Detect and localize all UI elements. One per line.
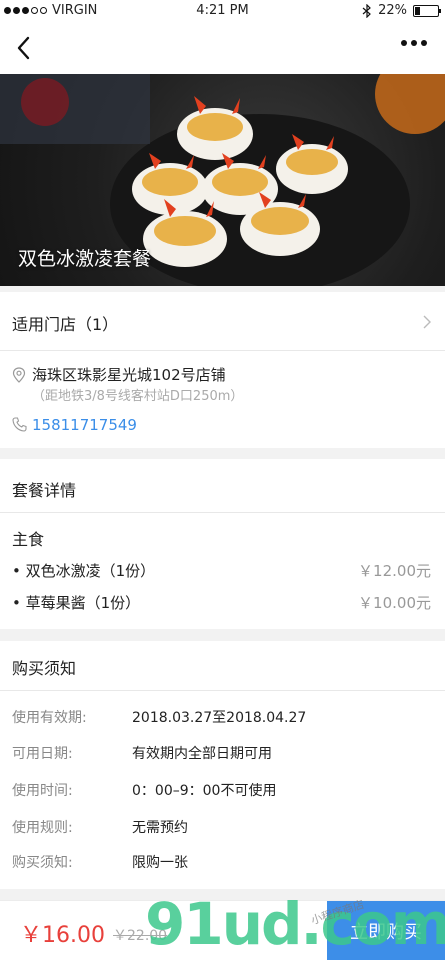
package-section-title: 套餐详情 — [12, 481, 77, 500]
notice-row: 使用有效期: 2018.03.27至2018.04.27 — [12, 707, 306, 727]
package-group-title: 主食 — [12, 530, 45, 549]
package-section: 套餐详情 主食 • 双色冰激凌（1份） ￥12.00元 • 草莓果酱（1份） ￥… — [0, 459, 445, 629]
notice-value: 有效期内全部日期可用 — [132, 746, 272, 762]
buy-now-button[interactable]: 立即购买 — [327, 901, 445, 960]
original-price: ￥22.00 — [113, 928, 168, 944]
notice-row: 使用时间: 0：00–9：00不可使用 — [12, 780, 276, 800]
store-section: 适用门店（1） 海珠区珠影星光城102号店铺 （距地铁3/8号线客村站D口250m… — [0, 292, 445, 448]
store-address: 海珠区珠影星光城102号店铺 （距地铁3/8号线客村站D口250m） — [12, 365, 432, 407]
notice-row: 购买须知: 限购一张 — [12, 852, 188, 872]
notice-key: 使用有效期: — [12, 710, 87, 726]
package-item-price: ￥10.00元 — [358, 594, 431, 612]
notice-section-title: 购买须知 — [12, 659, 77, 678]
location-pin-icon — [12, 367, 26, 383]
notice-key: 可用日期: — [12, 746, 73, 762]
more-options-icon[interactable] — [401, 40, 427, 46]
store-address-note: （距地铁3/8号线客村站D口250m） — [32, 389, 244, 404]
notice-value: 2018.03.27至2018.04.27 — [132, 710, 307, 726]
notice-value: 0：00–9：00不可使用 — [132, 783, 277, 799]
package-item-price: ￥12.00元 — [358, 562, 431, 580]
current-price: ￥16.00 — [20, 923, 105, 948]
status-bar: VIRGIN 4:21 PM 22% — [0, 0, 445, 22]
notice-key: 购买须知: — [12, 855, 73, 871]
battery-icon — [413, 4, 441, 17]
back-arrow-icon[interactable] — [8, 30, 44, 66]
bluetooth-icon — [362, 3, 371, 18]
status-right: 22% — [362, 3, 441, 18]
notice-value: 限购一张 — [132, 855, 188, 871]
package-item-name: • 草莓果酱（1份） — [12, 594, 141, 612]
chevron-right-icon[interactable] — [421, 314, 433, 330]
battery-percent: 22% — [378, 3, 407, 18]
store-phone-number[interactable]: 15811717549 — [32, 416, 137, 434]
store-section-title[interactable]: 适用门店（1） — [12, 311, 118, 335]
package-item-name: • 双色冰激凌（1份） — [12, 562, 156, 580]
divider — [0, 512, 445, 513]
divider — [0, 690, 445, 691]
notice-value: 无需预约 — [132, 820, 188, 836]
store-phone[interactable]: 15811717549 — [12, 416, 137, 434]
phone-icon — [12, 417, 27, 432]
purchase-bar: ￥16.00 ￥22.00 立即购买 — [0, 900, 445, 960]
package-item: • 双色冰激凌（1份） ￥12.00元 — [12, 560, 431, 581]
notice-row: 可用日期: 有效期内全部日期可用 — [12, 743, 272, 763]
package-item: • 草莓果酱（1份） ￥10.00元 — [12, 592, 431, 613]
hero-title: 双色冰激凌套餐 — [18, 248, 152, 270]
hero-image: 双色冰激凌套餐 — [0, 74, 445, 286]
notice-row: 使用规则: 无需预约 — [12, 817, 188, 837]
notice-section: 购买须知 使用有效期: 2018.03.27至2018.04.27 可用日期: … — [0, 641, 445, 889]
notice-key: 使用时间: — [12, 783, 73, 799]
nav-bar — [0, 22, 445, 74]
divider — [0, 350, 445, 351]
notice-key: 使用规则: — [12, 820, 73, 836]
store-address-text: 海珠区珠影星光城102号店铺 — [32, 366, 226, 384]
